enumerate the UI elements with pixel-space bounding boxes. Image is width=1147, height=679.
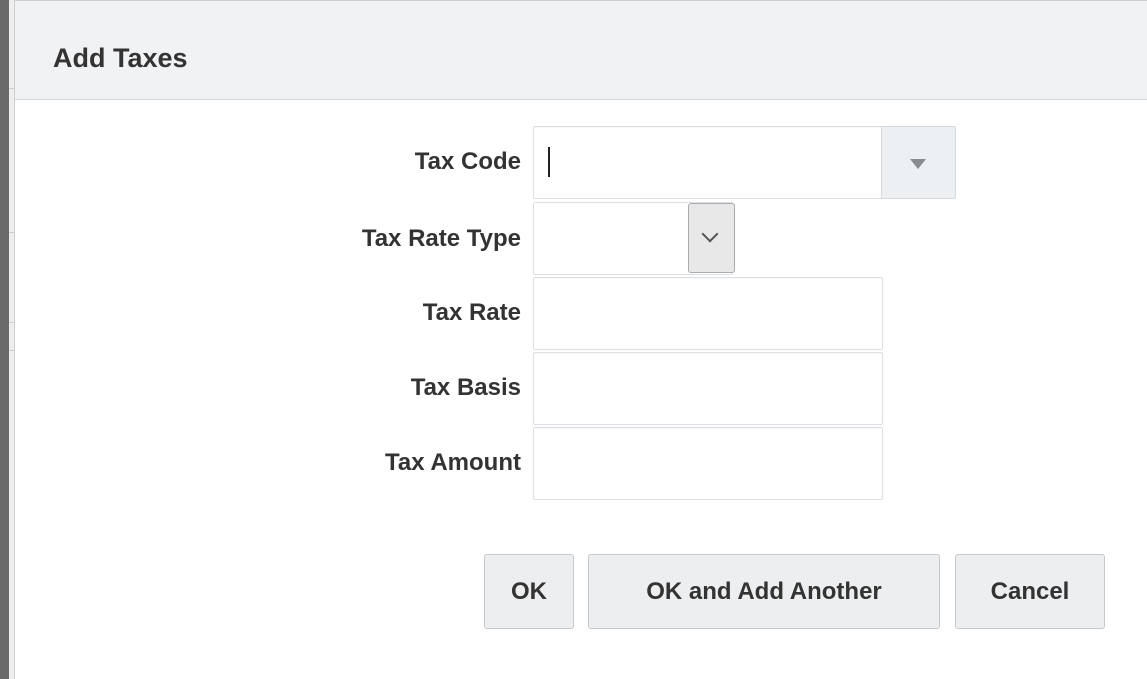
text-cursor [548, 147, 550, 177]
tax-basis-label: Tax Basis [410, 374, 521, 401]
tax-amount-input[interactable] [534, 428, 882, 499]
chevron-down-icon [701, 225, 719, 243]
tax-rate-input[interactable] [534, 278, 882, 349]
ok-and-add-another-button[interactable]: OK and Add Another [588, 554, 940, 629]
triangle-down-icon [910, 159, 926, 169]
tax-code-field[interactable] [533, 126, 882, 199]
tax-rate-type-label: Tax Rate Type [361, 225, 521, 252]
cancel-button[interactable]: Cancel [955, 554, 1105, 629]
add-taxes-dialog: Add Taxes Tax Code Tax Rate Type Tax Rat… [14, 0, 1147, 679]
window-edge [0, 0, 9, 679]
tax-rate-type-dropdown-button[interactable] [688, 203, 735, 273]
tax-basis-input[interactable] [534, 353, 882, 424]
ok-button[interactable]: OK [484, 554, 574, 629]
tax-basis-field[interactable] [533, 352, 883, 425]
dialog-title: Add Taxes [53, 43, 188, 73]
tax-rate-label: Tax Rate [422, 299, 521, 326]
tax-code-label: Tax Code [414, 148, 521, 175]
tax-rate-field[interactable] [533, 277, 883, 350]
dialog-header: Add Taxes [15, 1, 1147, 100]
tax-code-dropdown-button[interactable] [881, 126, 956, 199]
tax-amount-label: Tax Amount [385, 449, 521, 476]
tax-amount-field[interactable] [533, 427, 883, 500]
tax-code-input[interactable] [534, 127, 881, 198]
